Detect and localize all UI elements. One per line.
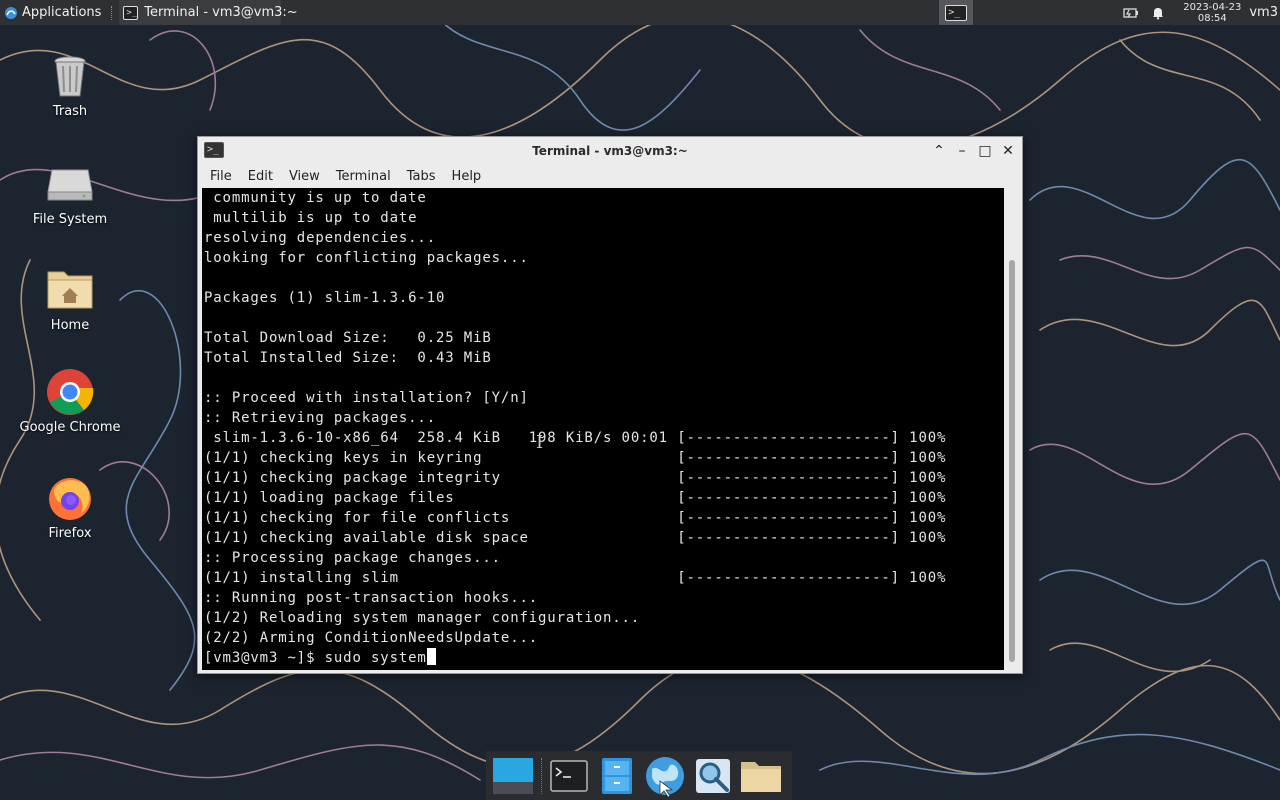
top-panel: Applications >_ Terminal - vm3@vm3:~ >_ … bbox=[0, 0, 1280, 25]
workspace-terminal-button[interactable]: >_ bbox=[939, 0, 974, 25]
desktop-icon-label: Google Chrome bbox=[19, 420, 121, 435]
terminal-line: (1/1) checking available disk space [---… bbox=[204, 530, 947, 546]
menu-file[interactable]: File bbox=[202, 169, 240, 184]
terminal-window: >_ Terminal - vm3@vm3:~ ⌃ – □ ✕ File Edi… bbox=[197, 136, 1023, 674]
dock-separator bbox=[541, 757, 543, 794]
show-desktop-icon bbox=[493, 757, 533, 794]
desktop-icon-trash[interactable]: Trash bbox=[15, 52, 125, 119]
user-menu[interactable]: vm3 bbox=[1249, 5, 1278, 20]
taskbar-terminal-label: Terminal - vm3@vm3:~ bbox=[144, 5, 298, 20]
firefox-icon bbox=[49, 478, 91, 520]
terminal-line: :: Processing package changes... bbox=[204, 550, 501, 566]
desktop-icon-label: Firefox bbox=[48, 526, 92, 541]
menu-terminal[interactable]: Terminal bbox=[328, 169, 399, 184]
dock-folder[interactable] bbox=[738, 754, 784, 798]
maximize-button[interactable]: □ bbox=[974, 140, 996, 162]
minimize-button[interactable]: – bbox=[951, 140, 973, 162]
xfce-logo-icon bbox=[5, 6, 17, 19]
terminal-prompt-text: [vm3@vm3 ~]$ sudo system bbox=[204, 650, 427, 666]
terminal-line: (1/1) loading package files [-----------… bbox=[204, 490, 947, 506]
applications-label: Applications bbox=[22, 5, 102, 20]
trash-icon bbox=[54, 56, 86, 97]
terminal-line: (2/2) Arming ConditionNeedsUpdate... bbox=[204, 630, 539, 646]
desktop-icon-firefox[interactable]: Firefox bbox=[15, 474, 125, 541]
terminal-icon: >_ bbox=[945, 4, 968, 21]
menu-help[interactable]: Help bbox=[444, 169, 490, 184]
file-manager-icon bbox=[602, 757, 632, 794]
terminal-line: looking for conflicting packages... bbox=[204, 250, 529, 266]
dock-show-desktop[interactable] bbox=[490, 754, 536, 798]
terminal-line: :: Running post-transaction hooks... bbox=[204, 590, 539, 606]
drive-icon bbox=[47, 169, 93, 201]
terminal-prompt-line[interactable]: [vm3@vm3 ~]$ sudo system bbox=[204, 648, 1004, 668]
mouse-ibeam-cursor-icon: I bbox=[536, 432, 544, 453]
terminal-icon: >_ bbox=[204, 142, 224, 158]
desktop-icon-label: Trash bbox=[52, 104, 88, 119]
clock[interactable]: 2023-04-23 08:54 bbox=[1183, 2, 1241, 24]
terminal-line: (1/1) checking keys in keyring [--------… bbox=[204, 450, 947, 466]
terminal-line: Total Installed Size: 0.43 MiB bbox=[204, 350, 492, 366]
folder-icon bbox=[741, 761, 781, 792]
terminal-line: multilib is up to date bbox=[204, 210, 418, 226]
terminal-icon bbox=[550, 759, 588, 792]
close-button[interactable]: ✕ bbox=[997, 140, 1019, 162]
menu-view[interactable]: View bbox=[281, 169, 328, 184]
panel-right-area: >_ 2023-04-23 08:54 vm3 bbox=[939, 0, 1280, 25]
terminal-line: resolving dependencies... bbox=[204, 230, 436, 246]
dock-terminal[interactable] bbox=[546, 754, 592, 798]
desktop-icon-home[interactable]: Home bbox=[15, 266, 125, 333]
bottom-dock bbox=[486, 751, 792, 800]
terminal-line: (1/1) checking package integrity [------… bbox=[204, 470, 947, 486]
desktop-icon-label: Home bbox=[50, 318, 90, 333]
terminal-line: :: Retrieving packages... bbox=[204, 410, 436, 426]
terminal-line: Packages (1) slim-1.3.6-10 bbox=[204, 290, 446, 306]
dock-search[interactable] bbox=[690, 754, 736, 798]
terminal-line: community is up to date bbox=[204, 190, 427, 206]
desktop-icon-label: File System bbox=[32, 212, 108, 227]
desktop-icon-file-system[interactable]: File System bbox=[15, 160, 125, 227]
text-cursor bbox=[426, 648, 436, 665]
terminal-line: (1/2) Reloading system manager configura… bbox=[204, 610, 641, 626]
chrome-icon bbox=[47, 369, 94, 415]
window-titlebar[interactable]: >_ Terminal - vm3@vm3:~ ⌃ – □ ✕ bbox=[198, 137, 1022, 164]
terminal-output[interactable]: community is up to date multilib is up t… bbox=[202, 188, 1004, 670]
menu-edit[interactable]: Edit bbox=[240, 169, 281, 184]
roll-up-button[interactable]: ⌃ bbox=[928, 140, 950, 162]
panel-separator bbox=[111, 5, 113, 20]
desktop-icon-google-chrome[interactable]: Google Chrome bbox=[15, 368, 125, 435]
dock-web-browser[interactable] bbox=[642, 754, 688, 798]
taskbar-terminal-button[interactable]: >_ Terminal - vm3@vm3:~ bbox=[119, 0, 298, 25]
terminal-line: Total Download Size: 0.25 MiB bbox=[204, 330, 492, 346]
system-tray: 2023-04-23 08:54 bbox=[1123, 2, 1241, 24]
clock-time: 08:54 bbox=[1197, 12, 1227, 24]
battery-icon[interactable] bbox=[1123, 7, 1139, 19]
applications-menu-button[interactable]: Applications bbox=[0, 0, 105, 25]
terminal-line: (1/1) checking for file conflicts [-----… bbox=[204, 510, 947, 526]
search-icon bbox=[696, 758, 730, 793]
scrollbar-thumb[interactable] bbox=[1009, 260, 1015, 662]
menu-tabs[interactable]: Tabs bbox=[399, 169, 444, 184]
terminal-line: slim-1.3.6-10-x86_64 258.4 KiB 198 KiB/s… bbox=[204, 430, 947, 446]
home-folder-icon bbox=[47, 271, 93, 309]
menu-bar: File Edit View Terminal Tabs Help bbox=[198, 164, 1022, 188]
terminal-line: (1/1) installing slim [-----------------… bbox=[204, 570, 947, 586]
clock-date: 2023-04-23 bbox=[1183, 1, 1242, 13]
web-browser-icon bbox=[646, 756, 684, 797]
dock-file-manager[interactable] bbox=[594, 754, 640, 798]
window-title: Terminal - vm3@vm3:~ bbox=[532, 143, 688, 158]
terminal-scrollbar[interactable] bbox=[1006, 188, 1018, 670]
terminal-line: :: Proceed with installation? [Y/n] bbox=[204, 390, 529, 406]
terminal-icon: >_ bbox=[123, 5, 139, 20]
notification-bell-icon[interactable] bbox=[1151, 6, 1165, 20]
